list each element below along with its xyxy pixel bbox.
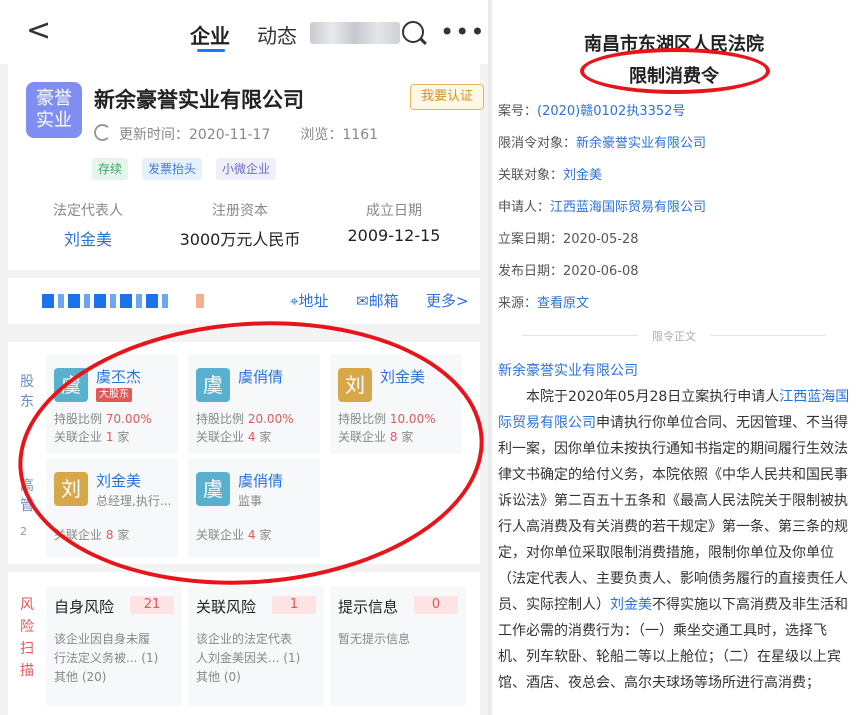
stat-label-founded: 成立日期: [366, 203, 422, 219]
field-case-no: 案号：(2020)赣0102执3352号: [498, 104, 686, 119]
back-button[interactable]: <: [26, 16, 51, 46]
risk-count: 0: [414, 596, 458, 614]
field-applicant: 申请人：江西蓝海国际贸易有限公司: [498, 200, 707, 215]
active-tab-indicator: [197, 49, 225, 52]
size-tag: 小微企业: [216, 158, 277, 180]
field-target: 限消令对象：新余豪誉实业有限公司: [498, 136, 707, 151]
claim-button[interactable]: 我要认证: [410, 84, 484, 110]
field-filing-date: 立案日期：2020-05-28: [498, 232, 639, 247]
field-source: 来源：查看原文: [498, 296, 590, 311]
shareholders-label: 股东: [20, 374, 34, 410]
address-link[interactable]: ⌖地址: [290, 290, 328, 311]
refresh-icon[interactable]: [94, 124, 111, 141]
risk-card-related[interactable]: 关联风险 1 该企业的法定代表 人刘金美因关... (1) 其他 (0): [188, 586, 324, 706]
risk-scan-label: 风险扫描: [20, 597, 34, 679]
stat-value-founded: 2009-12-15: [347, 226, 441, 245]
top-bar: < 企业 动态 •••: [0, 0, 488, 64]
risk-description: 该企业的法定代表 人刘金美因关... (1) 其他 (0): [196, 632, 301, 684]
more-icon[interactable]: •••: [440, 18, 485, 46]
pixelated-phone[interactable]: [42, 294, 172, 308]
update-info: 更新时间：2020-11-17 浏览：1161: [94, 124, 378, 144]
email-link[interactable]: ✉邮箱: [356, 290, 399, 311]
annotation-ellipse-title: [580, 48, 770, 94]
risk-count: 1: [272, 596, 316, 614]
addressee[interactable]: 新余豪誉实业有限公司: [498, 360, 638, 380]
risk-description: 该企业因自身未履 行法定义务被... (1) 其他 (20): [54, 632, 159, 684]
executives-count: 2: [20, 525, 27, 538]
risk-card-self[interactable]: 自身风险 21 该企业因自身未履 行法定义务被... (1) 其他 (20): [46, 586, 182, 706]
company-name: 新余豪誉实业有限公司: [94, 88, 304, 112]
mail-icon: ✉: [356, 292, 369, 310]
tab-company[interactable]: 企业: [190, 20, 230, 49]
body-divider: 限令正文: [492, 328, 856, 344]
risk-card-notice[interactable]: 提示信息 0 暂无提示信息: [330, 586, 466, 706]
restriction-order-document: 南昌市东湖区人民法院 限制消费令 案号：(2020)赣0102执3352号 限消…: [492, 0, 856, 715]
company-profile-panel: < 企业 动态 ••• 豪誉 实业 新余豪誉实业有限公司 我要认证 更新时间：20…: [0, 0, 488, 715]
search-icon[interactable]: [402, 21, 424, 43]
tab-news[interactable]: 动态: [257, 20, 297, 49]
company-logo: 豪誉 实业: [26, 82, 82, 138]
stat-value-legal-rep[interactable]: 刘金美: [18, 226, 158, 250]
field-publish-date: 发布日期：2020-06-08: [498, 264, 639, 279]
pixel-mark: [196, 294, 204, 308]
blurred-tab[interactable]: [310, 22, 400, 44]
risk-description: 暂无提示信息: [338, 632, 411, 646]
risk-count: 21: [130, 596, 174, 614]
field-related: 关联对象：刘金美: [498, 168, 603, 183]
risk-title: 自身风险: [54, 598, 115, 616]
invoice-tag[interactable]: 发票抬头: [142, 158, 203, 180]
risk-title: 关联风险: [196, 598, 257, 616]
risk-title: 提示信息: [338, 598, 399, 616]
more-link[interactable]: 更多>: [426, 290, 469, 311]
stat-value-capital: 3000万元人民币: [179, 230, 301, 249]
contact-bar: ⌖地址 ✉邮箱 更多>: [8, 278, 480, 324]
stat-label-legal-rep: 法定代表人: [53, 203, 123, 219]
risk-scan-section: 风险扫描 自身风险 21 该企业因自身未履 行法定义务被... (1) 其他 (20…: [8, 572, 480, 715]
status-tag: 存续: [92, 158, 129, 180]
company-card: 豪誉 实业 新余豪誉实业有限公司 我要认证 更新时间：2020-11-17 浏览：1…: [8, 64, 484, 270]
stat-label-capital: 注册资本: [212, 203, 268, 219]
order-body: 本院于2020年05月28日立案执行申请人江西蓝海国际贸易有限公司申请执行你单位…: [498, 389, 850, 691]
